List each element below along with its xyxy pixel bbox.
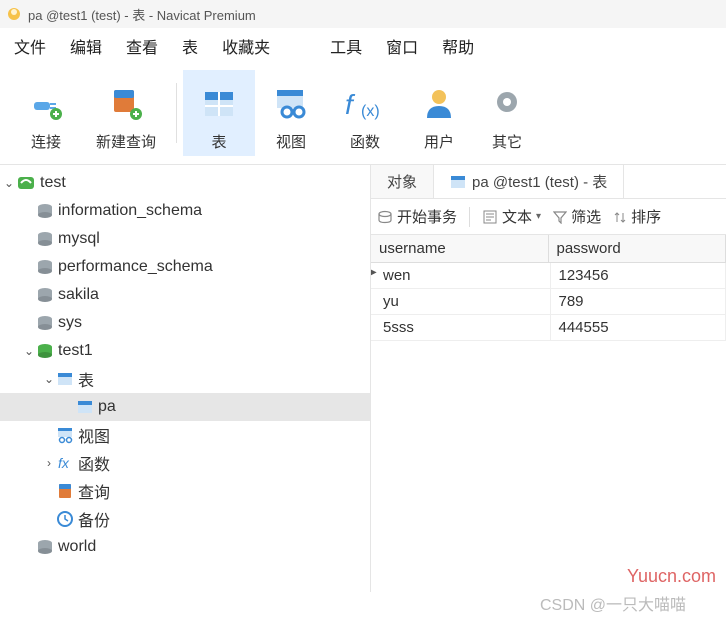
tab-objects[interactable]: 对象	[371, 165, 434, 198]
tree-db-mysql[interactable]: mysql	[0, 225, 370, 253]
menu-table[interactable]: 表	[182, 34, 198, 58]
menu-window[interactable]: 窗口	[386, 34, 418, 58]
view-icon	[271, 83, 311, 125]
toolbar-other-button[interactable]: 其它	[475, 70, 539, 156]
chevron-down-icon[interactable]: ⌄	[22, 344, 36, 358]
tree-backups-folder[interactable]: 备份	[0, 505, 370, 533]
tree-functions-folder[interactable]: ›fx函数	[0, 449, 370, 477]
titlebar: pa @test1 (test) - 表 - Navicat Premium	[0, 0, 726, 28]
tree-db-sakila[interactable]: sakila	[0, 281, 370, 309]
svg-text:(x): (x)	[361, 103, 380, 120]
begin-transaction-button[interactable]: 开始事务	[377, 206, 457, 227]
toolbar-table-button[interactable]: 表	[183, 70, 255, 156]
chevron-down-icon: ▾	[536, 211, 541, 222]
tab-table-pa[interactable]: pa @test1 (test) - 表	[434, 165, 624, 198]
backup-icon	[56, 510, 74, 528]
function-icon: fx	[56, 454, 74, 472]
database-icon	[36, 230, 54, 248]
grid-header[interactable]: username password	[371, 235, 726, 263]
chevron-down-icon[interactable]: ⌄	[42, 372, 56, 386]
object-tree[interactable]: ⌄ test information_schema mysql performa…	[0, 165, 370, 592]
filter-icon	[553, 210, 567, 224]
user-icon	[419, 83, 459, 125]
function-icon: f (x)	[341, 83, 389, 125]
transaction-icon	[377, 209, 393, 225]
query-icon	[56, 482, 74, 500]
table-icon	[450, 174, 466, 190]
toolbar-new-query-button[interactable]: 新建查询	[82, 70, 170, 156]
tree-queries-folder[interactable]: 查询	[0, 477, 370, 505]
filter-button[interactable]: 筛选	[553, 206, 601, 227]
table-action-bar: 开始事务 文本▾ 筛选 排序	[371, 199, 726, 235]
tree-connection-test[interactable]: ⌄ test	[0, 169, 370, 197]
gear-icon	[489, 83, 525, 125]
database-icon	[36, 314, 54, 332]
table-icon	[199, 83, 239, 125]
text-icon	[482, 209, 498, 225]
new-query-icon	[106, 83, 146, 125]
database-icon	[36, 286, 54, 304]
data-grid[interactable]: username password wen 123456 yu 789 5sss…	[371, 235, 726, 341]
table-row[interactable]: yu 789	[371, 289, 726, 315]
database-icon	[36, 202, 54, 220]
menubar: 文件 编辑 查看 表 收藏夹 工具 窗口 帮助	[0, 28, 726, 66]
menu-edit[interactable]: 编辑	[70, 34, 102, 58]
toolbar-connect-button[interactable]: 连接	[10, 70, 82, 156]
tree-db-test1[interactable]: ⌄test1	[0, 337, 370, 365]
database-icon	[36, 538, 54, 556]
app-icon	[6, 6, 22, 22]
database-icon	[36, 258, 54, 276]
plug-icon	[26, 83, 66, 125]
tree-db-performance-schema[interactable]: performance_schema	[0, 253, 370, 281]
text-mode-button[interactable]: 文本▾	[482, 206, 541, 227]
table-row[interactable]: wen 123456	[371, 263, 726, 289]
tree-db-world[interactable]: world	[0, 533, 370, 561]
database-active-icon	[36, 342, 54, 360]
column-header-username[interactable]: username	[371, 235, 549, 262]
tree-db-sys[interactable]: sys	[0, 309, 370, 337]
table-icon	[56, 370, 74, 388]
tree-tables-folder[interactable]: ⌄表	[0, 365, 370, 393]
toolbar-user-button[interactable]: 用户	[403, 70, 475, 156]
chevron-right-icon[interactable]: ›	[42, 456, 56, 470]
toolbar-function-button[interactable]: f(x) 函数	[327, 70, 403, 156]
menu-tools[interactable]: 工具	[330, 34, 362, 58]
tree-table-pa[interactable]: pa	[0, 393, 370, 421]
table-row[interactable]: 5sss 444555	[371, 315, 726, 341]
menu-file[interactable]: 文件	[14, 34, 46, 58]
window-title: pa @test1 (test) - 表 - Navicat Premium	[28, 5, 256, 24]
table-icon	[76, 398, 94, 416]
watermark-csdn: CSDN @一只大喵喵	[540, 591, 686, 615]
menu-fav[interactable]: 收藏夹	[222, 34, 270, 58]
svg-text:fx: fx	[58, 455, 70, 471]
tabs-row: 对象 pa @test1 (test) - 表	[371, 165, 726, 199]
tree-views-folder[interactable]: 视图	[0, 421, 370, 449]
toolbar: 连接 新建查询 表 视图 f(x) 函数 用户 其它	[0, 66, 726, 165]
menu-view[interactable]: 查看	[126, 34, 158, 58]
sort-button[interactable]: 排序	[613, 206, 661, 227]
svg-text:f: f	[345, 89, 356, 120]
menu-help[interactable]: 帮助	[442, 34, 474, 58]
content-pane: 对象 pa @test1 (test) - 表 开始事务 文本▾ 筛选	[370, 165, 726, 592]
tree-db-information-schema[interactable]: information_schema	[0, 197, 370, 225]
view-icon	[56, 426, 74, 444]
column-header-password[interactable]: password	[549, 235, 726, 262]
connection-icon	[16, 173, 36, 193]
sort-icon	[613, 210, 627, 224]
toolbar-view-button[interactable]: 视图	[255, 70, 327, 156]
chevron-down-icon[interactable]: ⌄	[2, 176, 16, 190]
watermark-yuucn: Yuucn.com	[627, 566, 716, 587]
